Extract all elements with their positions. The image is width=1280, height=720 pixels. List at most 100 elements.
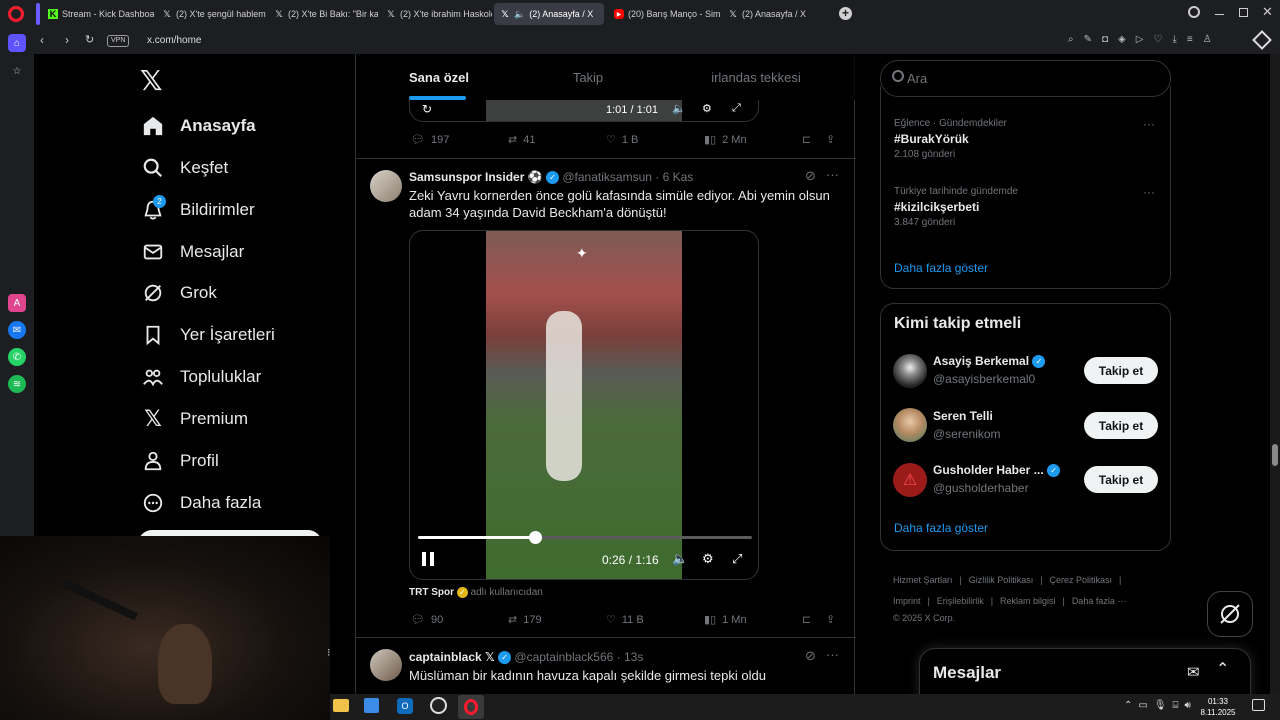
menu-icon[interactable]: ≡ (1187, 34, 1193, 48)
minimize-icon[interactable] (1215, 14, 1224, 15)
avatar[interactable] (370, 649, 402, 681)
follow-button[interactable]: Takip et (1084, 466, 1158, 493)
nav-more[interactable]: Daha fazla (142, 486, 261, 520)
nav-profile[interactable]: Profil (142, 444, 219, 478)
follow-button[interactable]: Takip et (1084, 357, 1158, 384)
nav-home[interactable]: Anasayfa (142, 109, 256, 143)
grok-icon[interactable]: ⊘ (805, 168, 816, 184)
vpn-badge[interactable]: VPN (107, 35, 130, 47)
follow-button[interactable]: Takip et (1084, 412, 1158, 439)
tab-following[interactable]: Takip (522, 54, 654, 100)
opera-taskbar-icon[interactable] (458, 695, 484, 719)
footer-link[interactable]: Daha fazla ··· (1072, 596, 1127, 606)
trend-item[interactable]: Türkiye tarihinde gündemde #kizilcikşerb… (894, 186, 1164, 228)
tweet-date[interactable]: · 6 Kas (655, 170, 693, 184)
play-icon[interactable]: ▷ (1136, 34, 1144, 48)
new-message-icon[interactable]: ✉ (1187, 663, 1200, 681)
footer-link[interactable]: Imprint (893, 596, 921, 606)
zoom-icon[interactable]: ⌕ (1068, 34, 1074, 48)
author-handle[interactable]: @fanatiksamsun (562, 170, 652, 184)
settings-icon[interactable]: ⚙ (702, 551, 714, 567)
volume-icon[interactable]: 🔈 (672, 102, 686, 115)
repost-button[interactable]: ⇄ 179 (508, 613, 542, 627)
search-input[interactable] (907, 69, 1147, 87)
x-logo-icon[interactable]: 𝕏 (140, 64, 163, 97)
more-icon[interactable]: ··· (1143, 185, 1155, 199)
volume-icon[interactable]: 🔊︎ (1185, 700, 1191, 711)
chevron-up-icon[interactable]: ⌃ (1124, 700, 1132, 711)
more-icon[interactable]: ··· (826, 647, 839, 662)
tab-x-ibrahim[interactable]: 𝕏 (2) X'te ibrahim Haskoloğ (380, 3, 492, 25)
tab-x-anasayfa-active[interactable]: 𝕏 🔈 (2) Anasayfa / X (494, 3, 604, 25)
page-scrollbar[interactable] (1270, 54, 1280, 694)
nav-communities[interactable]: Topluluklar (142, 360, 261, 394)
show-more-trends-link[interactable]: Daha fazla göster (894, 261, 988, 275)
follow-suggestion-name[interactable]: Seren Telli (933, 409, 993, 423)
camera-icon[interactable]: ◘ (1102, 34, 1108, 48)
show-more-follow-link[interactable]: Daha fazla göster (894, 521, 988, 535)
volume-icon[interactable]: 🔈 (672, 551, 688, 567)
reply-button[interactable]: 💬︎ 90 (411, 613, 443, 627)
nav-explore[interactable]: Keşfet (142, 151, 228, 185)
spotify-icon[interactable]: ≋ (8, 375, 26, 393)
author-name[interactable]: captainblack (409, 650, 482, 664)
clock[interactable]: 01:33 8.11.2025 (1198, 696, 1238, 718)
prev-reply-button[interactable]: 💬︎ 197 (411, 133, 449, 147)
follow-suggestion-name[interactable]: Gusholder Haber ... ✓ (933, 463, 1061, 478)
settings-icon[interactable]: ⚙ (702, 102, 712, 115)
avatar[interactable] (893, 408, 927, 442)
footer-link[interactable]: Gizlilik Politikası (969, 575, 1034, 585)
tweet-date[interactable]: · 13s (617, 650, 644, 664)
tab-x-anasayfa[interactable]: 𝕏 (2) Anasayfa / X (722, 3, 832, 25)
edit-icon[interactable]: ✎ (1084, 34, 1092, 48)
follow-suggestion-name[interactable]: Asayiş Berkemal ✓ (933, 354, 1046, 369)
outlook-icon[interactable]: O (397, 698, 413, 714)
tab-for-you[interactable]: Sana özel (356, 54, 522, 100)
new-tab-icon[interactable]: + (839, 7, 852, 20)
reload-icon[interactable]: ↻ (85, 33, 94, 46)
tab-youtube-baris-manco[interactable]: ▶ (20) Barış Manço - Simsiye (608, 3, 720, 25)
pause-icon[interactable] (422, 552, 434, 566)
video-player[interactable]: ✦ 0:26 / 1:16 🔈 ⚙ ⤢ (409, 230, 759, 580)
more-icon[interactable]: ··· (1143, 117, 1155, 131)
share-button[interactable]: ⇪ (826, 613, 835, 626)
close-icon[interactable]: ✕ (1262, 4, 1273, 20)
forward-icon[interactable]: › (65, 33, 69, 47)
heart-icon[interactable]: ♡ (1153, 34, 1162, 48)
account-icon[interactable]: ♙ (1203, 34, 1212, 48)
messenger-icon[interactable]: ✉ (8, 321, 26, 339)
trend-item[interactable]: Eğlence · Gündemdekiler #BurakYörük 2.10… (894, 118, 1164, 160)
nav-messages[interactable]: Mesajlar (142, 235, 244, 269)
search-tabs-icon[interactable] (1188, 6, 1200, 18)
shield-icon[interactable]: ◈ (1118, 34, 1126, 48)
tab-x-sengul[interactable]: 𝕏 (2) X'te şengül hablemitoğ (156, 3, 266, 25)
more-icon[interactable]: ⁝ (327, 646, 331, 659)
tab-kick-dashboard[interactable]: K Stream - Kick Dashboard (42, 3, 154, 25)
bookmark-button[interactable]: ⊏ (802, 613, 811, 626)
tab-x-bibak[interactable]: 𝕏 (2) X'te Bi Bakı: "Bir kadın (268, 3, 378, 25)
scrollbar-thumb[interactable] (1272, 444, 1278, 466)
replay-icon[interactable]: ↻ (422, 102, 432, 116)
sparkle-icon[interactable]: ✦ (576, 245, 588, 262)
avatar[interactable] (370, 170, 402, 202)
author-name[interactable]: Samsunspor Insider (409, 170, 524, 184)
download-icon[interactable]: ⤓ (1172, 34, 1176, 48)
more-icon[interactable]: ··· (826, 167, 839, 182)
whatsapp-icon[interactable]: ✆ (8, 348, 26, 366)
aria-icon[interactable] (1252, 30, 1272, 50)
author-handle[interactable]: @captainblack566 (514, 650, 613, 664)
like-button[interactable]: ♡ 11 B (606, 613, 644, 627)
avatar[interactable]: ⚠ (893, 463, 927, 497)
nav-bookmarks[interactable]: Yer İşaretleri (142, 318, 275, 352)
url-field[interactable]: x.com/home (147, 35, 201, 46)
nav-premium[interactable]: 𝕏 Premium (142, 402, 248, 436)
back-icon[interactable]: ‹ (40, 33, 44, 47)
star-icon[interactable]: ☆ (8, 62, 26, 80)
source-name[interactable]: TRT Spor (409, 587, 454, 598)
prev-bookmark-button[interactable]: ⊏ (802, 133, 811, 146)
fullscreen-icon[interactable]: ⤢ (732, 102, 741, 115)
prev-share-button[interactable]: ⇪ (826, 133, 835, 146)
grok-floating-button[interactable] (1207, 591, 1253, 637)
nav-grok[interactable]: Grok (142, 276, 217, 310)
views-button[interactable]: ▮▯ 1 Mn (704, 613, 747, 627)
